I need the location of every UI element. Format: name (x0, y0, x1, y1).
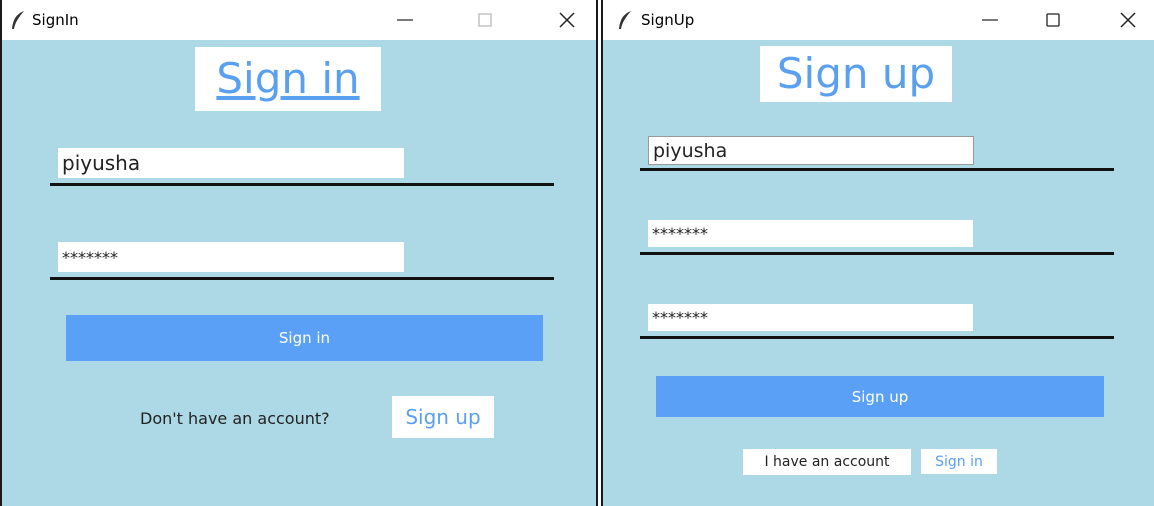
password-field[interactable] (58, 242, 404, 272)
have-account-label: I have an account (743, 449, 911, 475)
signup-link[interactable]: Sign up (392, 396, 494, 438)
username-underline (50, 183, 554, 186)
maximize-button[interactable] (465, 0, 505, 40)
maximize-button[interactable] (1033, 0, 1073, 40)
signin-window: SignIn Sign in Sign in Don't have an acc… (0, 0, 598, 506)
signin-link[interactable]: Sign in (921, 449, 997, 474)
password-underline (640, 252, 1114, 255)
signin-titlebar: SignIn (2, 0, 596, 40)
username-underline (640, 168, 1114, 171)
window-title: SignIn (32, 11, 79, 29)
password-underline (50, 277, 554, 280)
password-field[interactable] (648, 220, 973, 247)
feather-icon (10, 10, 26, 30)
signin-heading: Sign in (195, 47, 381, 111)
username-field[interactable] (648, 136, 974, 165)
close-button[interactable] (1108, 0, 1148, 40)
signup-button[interactable]: Sign up (656, 376, 1104, 417)
signup-content: Sign up Sign up I have an account Sign i… (603, 40, 1154, 506)
minimize-button[interactable] (385, 0, 425, 40)
close-button[interactable] (547, 0, 587, 40)
signup-heading: Sign up (760, 46, 952, 102)
window-title: SignUp (641, 11, 695, 29)
signin-content: Sign in Sign in Don't have an account? S… (2, 40, 596, 506)
feather-icon (617, 10, 633, 30)
no-account-label: Don't have an account? (140, 409, 330, 428)
signin-button[interactable]: Sign in (66, 315, 543, 361)
signup-window: SignUp Sign up Sign up I have an account… (601, 0, 1154, 506)
confirm-password-underline (640, 336, 1114, 339)
username-field[interactable] (58, 148, 404, 178)
confirm-password-field[interactable] (648, 304, 973, 331)
minimize-button[interactable] (970, 0, 1010, 40)
signup-titlebar: SignUp (603, 0, 1154, 40)
